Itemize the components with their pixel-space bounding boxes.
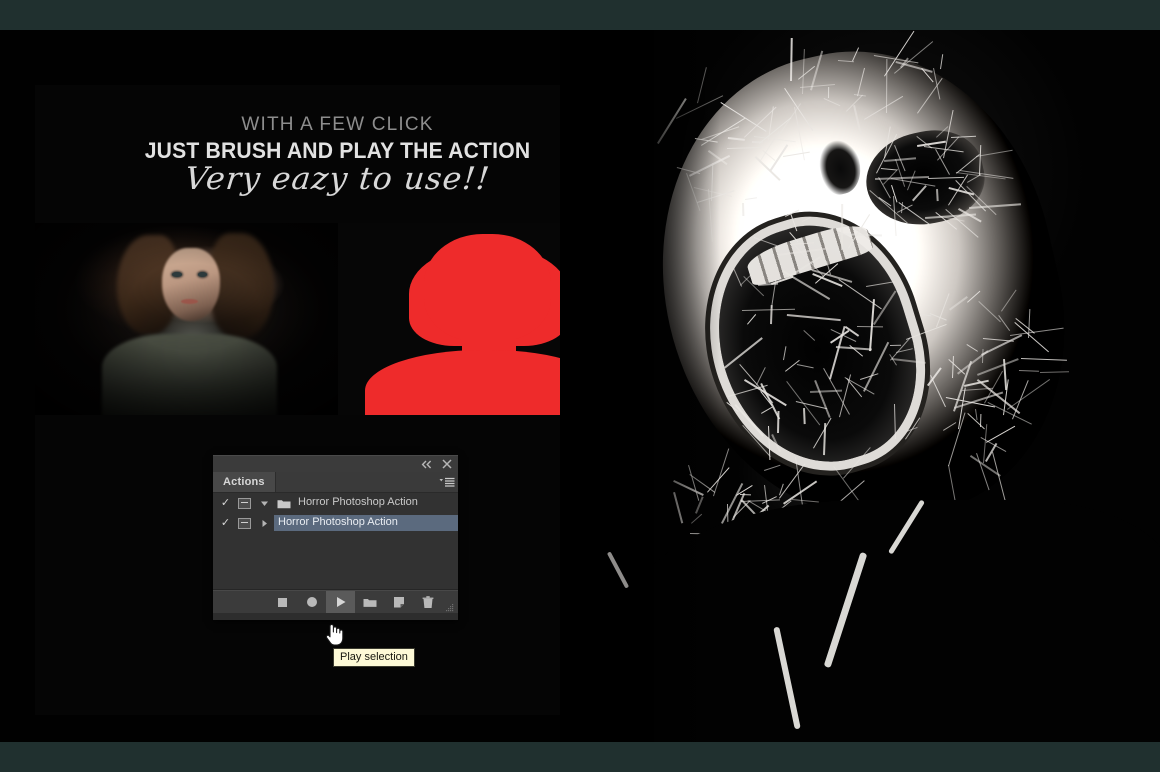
actions-panel-footer [213, 613, 458, 620]
create-new-action-button[interactable] [384, 591, 413, 613]
action-toggle-check-icon[interactable]: ✓ [217, 517, 234, 529]
stop-playing-button[interactable] [268, 591, 297, 613]
before-after-strip [35, 223, 640, 415]
action-twisty-icon[interactable] [254, 519, 274, 528]
portrait-vignette [35, 223, 338, 415]
action-set-twisty-icon[interactable] [254, 499, 274, 508]
tooltip-label: Play selection [340, 651, 408, 663]
tab-actions-label: Actions [223, 476, 265, 488]
promo-headline-group: WITH A FEW CLICK JUST BRUSH AND PLAY THE… [35, 114, 640, 198]
frame-bar-top [0, 0, 1160, 30]
actions-panel-titlebar [213, 455, 458, 472]
actions-panel-toolbar [213, 590, 458, 613]
frame-bar-bottom [0, 742, 1160, 772]
action-label: Horror Photoshop Action [274, 515, 458, 531]
actions-panel[interactable]: Actions ✓ Horror Photoshop Action ✓ Horr… [213, 455, 458, 620]
collapse-panel-icon[interactable] [421, 458, 433, 470]
actions-panel-tabbar: Actions [213, 472, 458, 493]
close-icon[interactable] [441, 458, 453, 470]
portrait-photo [35, 223, 338, 415]
preview-canvas: WITH A FEW CLICK JUST BRUSH AND PLAY THE… [0, 30, 1160, 742]
action-dialog-toggle-icon[interactable] [234, 497, 254, 509]
create-new-set-button[interactable] [355, 591, 384, 613]
begin-recording-button[interactable] [297, 591, 326, 613]
horror-left-shadow [570, 30, 720, 742]
tab-actions[interactable]: Actions [213, 472, 276, 492]
promo-subhead: WITH A FEW CLICK [241, 114, 434, 135]
panel-menu-icon[interactable] [436, 472, 458, 492]
screenshot-stage: WITH A FEW CLICK JUST BRUSH AND PLAY THE… [0, 0, 1160, 772]
tabbar-filler [275, 472, 436, 492]
horror-artwork [560, 30, 1160, 742]
promo-script-line: Very eazy to use!! [183, 161, 492, 198]
action-row-set[interactable]: ✓ Horror Photoshop Action [213, 493, 458, 513]
action-dialog-toggle-icon[interactable] [234, 517, 254, 529]
delete-button[interactable] [413, 591, 442, 613]
promo-headline: JUST BRUSH AND PLAY THE ACTION [144, 137, 531, 163]
action-toggle-check-icon[interactable]: ✓ [217, 497, 234, 509]
action-row-action[interactable]: ✓ Horror Photoshop Action [213, 513, 458, 533]
horror-artwork-base [570, 30, 1160, 742]
resize-grip[interactable] [442, 590, 456, 614]
play-selection-button[interactable] [326, 591, 355, 613]
folder-icon [274, 498, 294, 509]
tooltip-play-selection: Play selection [333, 648, 415, 668]
action-set-label: Horror Photoshop Action [298, 496, 418, 508]
actions-list[interactable]: ✓ Horror Photoshop Action ✓ Horror Photo… [213, 493, 458, 590]
before-image-cell [35, 223, 338, 415]
